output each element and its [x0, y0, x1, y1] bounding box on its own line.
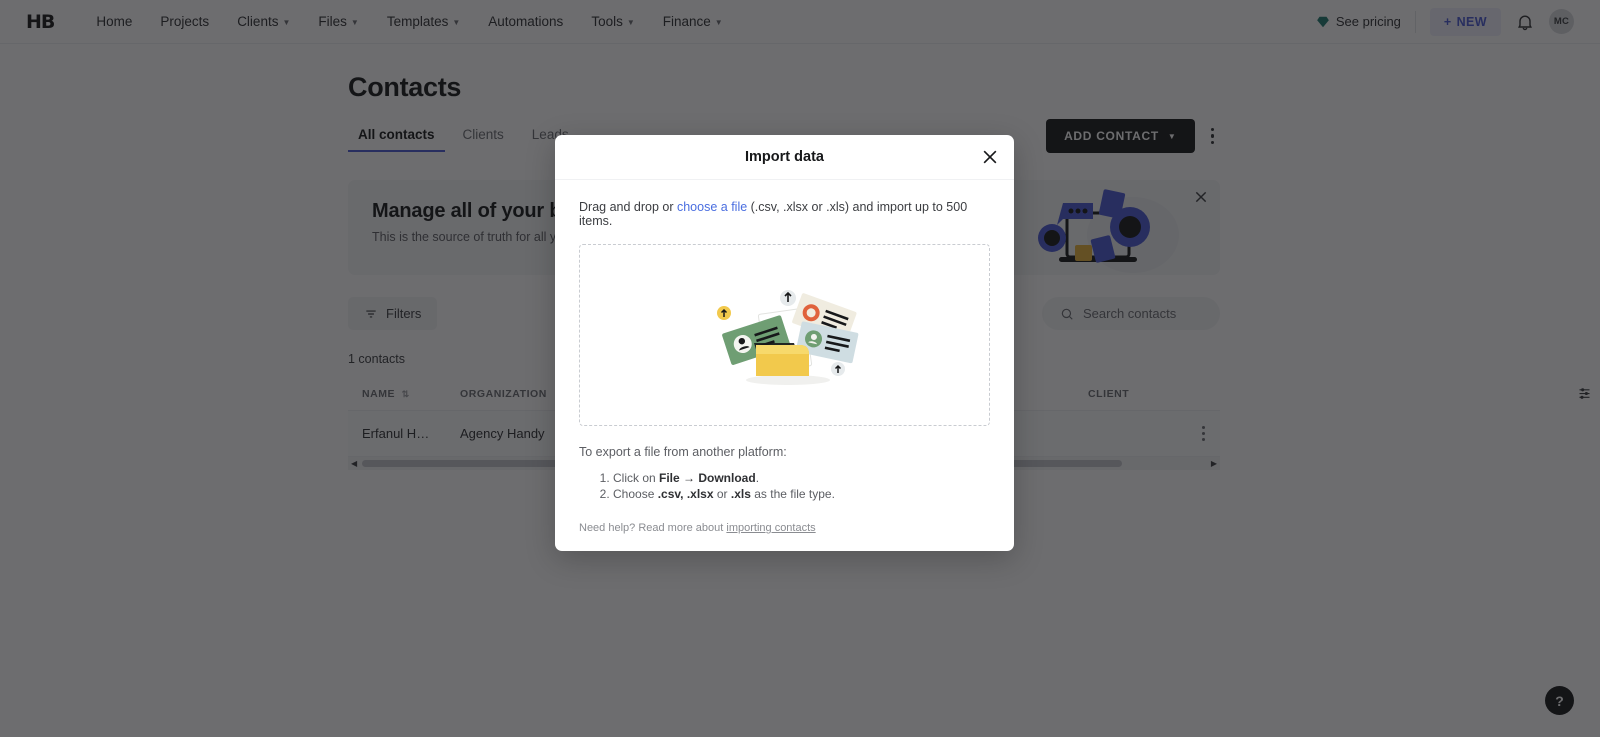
modal-body: Drag and drop or choose a file (.csv, .x… — [555, 180, 1014, 551]
step-prefix: Click on — [613, 471, 659, 485]
step-prefix: Choose — [613, 487, 658, 501]
app-root: HB Home Projects Clients ▼ Files ▼ Templ… — [0, 0, 1600, 737]
import-illustration — [710, 283, 860, 388]
step-suffix: . — [756, 471, 759, 485]
step-bold: .csv, .xlsx — [658, 487, 714, 501]
import-data-modal: Import data Drag and drop or choose a fi… — [555, 135, 1014, 551]
step-bold: File → Download — [659, 471, 756, 485]
file-dropzone[interactable] — [579, 244, 990, 426]
step-mid: or — [714, 487, 731, 501]
modal-header: Import data — [555, 135, 1014, 180]
need-help-text: Need help? Read more about importing con… — [579, 522, 990, 534]
export-step-2: Choose .csv, .xlsx or .xls as the file t… — [613, 486, 990, 502]
drag-and-drop-instruction: Drag and drop or choose a file (.csv, .x… — [579, 200, 990, 228]
drag-prefix: Drag and drop or — [579, 200, 677, 214]
step-bold-2: .xls — [731, 487, 751, 501]
importing-contacts-link[interactable]: importing contacts — [726, 522, 815, 534]
close-icon[interactable] — [980, 147, 1000, 167]
step-suffix: as the file type. — [751, 487, 835, 501]
export-step-1: Click on File → Download. — [613, 470, 990, 486]
modal-title: Import data — [745, 149, 824, 165]
export-instructions-title: To export a file from another platform: — [579, 445, 990, 459]
export-steps-list: Click on File → Download. Choose .csv, .… — [613, 470, 990, 503]
need-help-prefix: Need help? Read more about — [579, 522, 726, 534]
choose-a-file-link[interactable]: choose a file — [677, 200, 747, 214]
